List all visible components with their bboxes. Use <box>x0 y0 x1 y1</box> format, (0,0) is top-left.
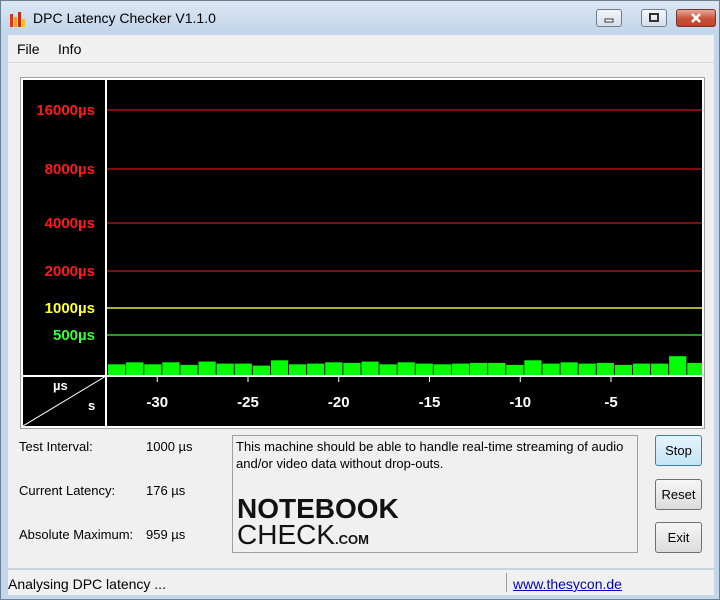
latency-bar <box>252 365 270 375</box>
status-text: Analysing DPC latency ... <box>8 576 166 592</box>
thesycon-link[interactable]: www.thesycon.de <box>513 576 622 592</box>
window-title: DPC Latency Checker V1.1.0 <box>33 10 216 26</box>
latency-bar <box>108 364 126 375</box>
menu-file[interactable]: File <box>17 41 40 57</box>
latency-bar <box>126 362 144 375</box>
y-tick-label: 8000µs <box>45 161 95 178</box>
latency-bar <box>433 364 451 375</box>
x-tick-label: -15 <box>419 394 441 411</box>
message-box: This machine should be able to handle re… <box>232 435 638 553</box>
latency-bar <box>651 363 669 375</box>
latency-bar <box>325 362 343 375</box>
logo-bottom: CHECK.COM <box>237 519 399 553</box>
x-tick-label: -10 <box>509 394 531 411</box>
client-area: µs s 16000µs 8000µs 4000µs 2000µs 1000µs 500µ… <box>8 63 714 568</box>
maximize-icon <box>649 13 659 22</box>
latency-bar <box>687 362 702 375</box>
latency-bar <box>415 363 433 375</box>
latency-bar <box>180 364 198 375</box>
latency-bar <box>470 362 488 375</box>
latency-bar <box>343 362 361 375</box>
x-tick-label: -30 <box>146 394 168 411</box>
app-window: DPC Latency Checker V1.1.0 File Info µs … <box>0 0 720 600</box>
current-latency-value: 176 µs <box>146 483 186 498</box>
test-interval-value: 1000 µs <box>146 439 193 454</box>
logo-bottom-text: CHECK <box>237 519 336 550</box>
maximize-button[interactable] <box>641 9 667 27</box>
latency-bar <box>506 364 524 375</box>
test-interval-label: Test Interval: <box>19 439 93 454</box>
latency-bar <box>560 362 578 375</box>
latency-bar <box>614 364 632 375</box>
y-tick-label: 16000µs <box>36 102 95 119</box>
current-latency-label: Current Latency: <box>19 483 116 498</box>
absolute-maximum-label: Absolute Maximum: <box>19 527 134 542</box>
status-bar: Analysing DPC latency ... www.thesycon.d… <box>8 569 714 595</box>
exit-button[interactable]: Exit <box>655 522 702 553</box>
x-tick-label: -5 <box>604 394 617 411</box>
title-bar[interactable]: DPC Latency Checker V1.1.0 <box>1 1 719 35</box>
reset-button[interactable]: Reset <box>655 479 702 510</box>
absolute-maximum-value: 959 µs <box>146 527 186 542</box>
bar-chart-icon <box>10 12 25 27</box>
minimize-button[interactable] <box>596 9 622 27</box>
latency-bar <box>542 363 560 375</box>
minimize-icon <box>604 18 614 23</box>
x-tick-label: -25 <box>237 394 259 411</box>
latency-bar <box>669 356 687 375</box>
latency-bar <box>216 363 234 375</box>
latency-bar <box>144 364 162 375</box>
latency-bar <box>289 364 307 375</box>
x-tick-label: -20 <box>328 394 350 411</box>
status-separator <box>506 573 507 592</box>
y-tick-label: 500µs <box>53 327 95 344</box>
latency-bar <box>307 363 325 375</box>
latency-bar <box>596 362 614 375</box>
corner-y-unit: µs <box>53 378 68 393</box>
latency-bar <box>270 360 289 375</box>
close-icon <box>691 13 701 23</box>
status-message: This machine should be able to handle re… <box>236 439 624 471</box>
latency-bar <box>361 361 379 375</box>
latency-bar <box>234 363 252 375</box>
latency-bar <box>488 362 506 375</box>
latency-bar <box>198 361 216 375</box>
y-tick-label: 4000µs <box>45 215 95 232</box>
close-button[interactable] <box>676 9 716 27</box>
notebookcheck-logo: NOTEBOOK CHECK.COM <box>237 495 399 553</box>
latency-bar <box>578 363 596 375</box>
stop-button[interactable]: Stop <box>655 435 702 466</box>
y-tick-label: 2000µs <box>45 263 95 280</box>
latency-graph-svg: µs s 16000µs 8000µs 4000µs 2000µs 1000µs 500µ… <box>23 80 702 426</box>
latency-bar <box>451 363 470 375</box>
latency-bar <box>397 362 415 375</box>
latency-graph: µs s 16000µs 8000µs 4000µs 2000µs 1000µs 500µ… <box>20 77 705 429</box>
corner-x-unit: s <box>88 398 95 413</box>
latency-bar <box>632 363 651 375</box>
menu-bar: File Info <box>8 35 714 63</box>
latency-bar <box>524 360 542 375</box>
y-tick-label: 1000µs <box>45 300 95 317</box>
latency-bar <box>379 364 397 375</box>
menu-info[interactable]: Info <box>58 41 81 57</box>
latency-bar <box>162 362 180 375</box>
logo-suffix: .COM <box>335 532 369 547</box>
